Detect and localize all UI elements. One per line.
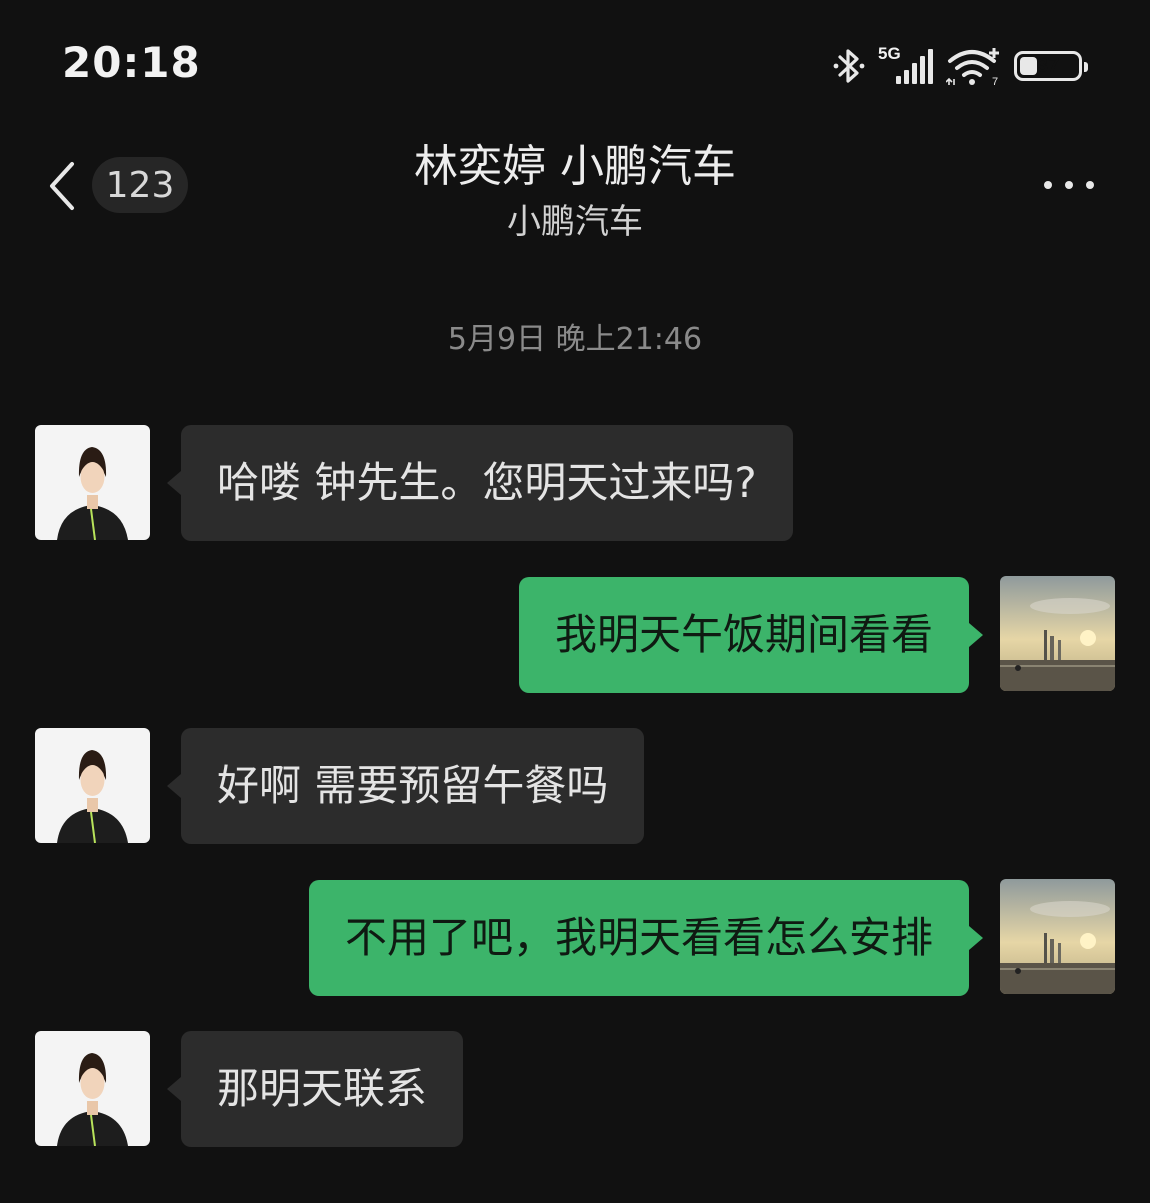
cellular-signal-icon: 5G [878, 44, 934, 86]
status-icons: 5G 7 37 [832, 44, 1088, 88]
status-time: 20:18 [62, 38, 201, 87]
message-bubble-outgoing[interactable]: 我明天午饭期间看看 [518, 577, 983, 693]
user-avatar[interactable] [1000, 576, 1115, 691]
message-text: 我明天午饭期间看看 [554, 610, 933, 659]
contact-avatar[interactable] [35, 425, 150, 540]
message-bubble-incoming[interactable]: 哈喽 钟先生。您明天过来吗? [167, 425, 793, 541]
more-options-button[interactable] [1044, 176, 1094, 194]
svg-text:7: 7 [992, 76, 998, 87]
wifi-icon: 7 [946, 45, 1002, 87]
battery-level: 37 [1036, 54, 1060, 77]
battery-icon: 37 [1014, 51, 1088, 81]
message-text: 那明天联系 [217, 1064, 428, 1113]
message-text: 哈喽 钟先生。您明天过来吗? [217, 458, 757, 507]
contact-avatar[interactable] [35, 1031, 150, 1146]
message-text: 好啊 需要预留午餐吗 [217, 761, 609, 810]
message-bubble-incoming[interactable]: 好啊 需要预留午餐吗 [167, 728, 645, 844]
user-avatar[interactable] [1000, 879, 1115, 994]
bluetooth-icon [832, 46, 866, 86]
message-text: 不用了吧，我明天看看怎么安排 [344, 913, 933, 962]
chat-title: 林奕婷 小鹏汽车 [414, 141, 736, 192]
message-timestamp: 5月9日 晚上21:46 [447, 322, 703, 357]
more-icon [1044, 181, 1052, 189]
message-bubble-incoming[interactable]: 那明天联系 [167, 1031, 464, 1147]
contact-avatar[interactable] [35, 728, 150, 843]
message-bubble-outgoing[interactable]: 不用了吧，我明天看看怎么安排 [308, 880, 983, 996]
battery-fill [1020, 57, 1037, 75]
chat-subtitle: 小鹏汽车 [507, 202, 643, 242]
